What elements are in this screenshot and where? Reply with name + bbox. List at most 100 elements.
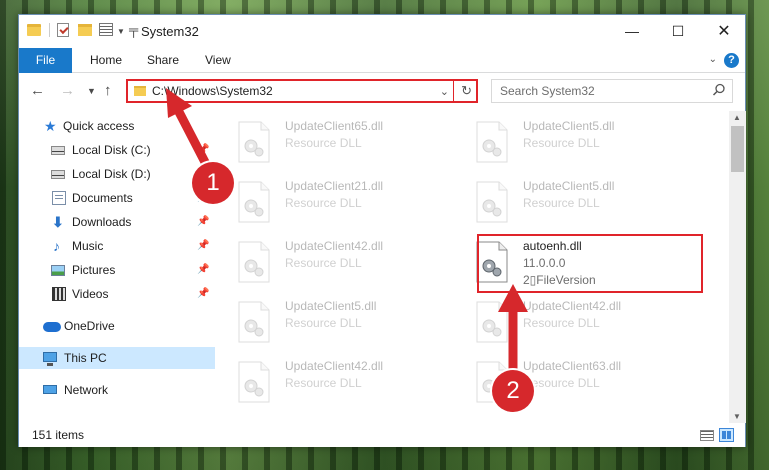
sidebar-item-downloads[interactable]: ⬇ Downloads 📌 xyxy=(19,211,215,233)
file-item[interactable]: UpdateClient5.dll Resource DLL xyxy=(453,175,673,227)
sidebar-item-label: Quick access xyxy=(63,119,135,133)
help-button[interactable]: ? xyxy=(724,53,739,68)
tab-share[interactable]: Share xyxy=(136,48,190,73)
sidebar-item-quick-access[interactable]: ★ Quick access xyxy=(19,115,215,137)
file-explorer-window: ▼ ╤ System32 — ☐ ✕ File Home Share View … xyxy=(18,14,746,447)
vertical-scrollbar[interactable]: ▲ ▼ xyxy=(729,111,746,423)
dll-file-icon xyxy=(238,121,270,163)
file-item[interactable]: UpdateClient63.dll Resource DLL xyxy=(453,355,673,407)
up-arrow-icon[interactable]: ↑ xyxy=(104,82,112,99)
forward-arrow-icon[interactable]: → xyxy=(60,82,75,99)
file-description: Resource DLL xyxy=(285,316,362,330)
scrollbar-thumb[interactable] xyxy=(731,126,744,172)
new-folder-icon[interactable] xyxy=(78,24,92,36)
large-icons-view-icon[interactable] xyxy=(719,428,734,442)
recent-locations-icon[interactable]: ▼ xyxy=(87,86,96,96)
file-name: UpdateClient21.dll xyxy=(285,179,384,193)
file-description: Resource DLL xyxy=(285,196,362,210)
pin-icon[interactable]: 📌 xyxy=(197,235,209,257)
maximize-button[interactable]: ☐ xyxy=(655,15,701,48)
sidebar-item-label: Pictures xyxy=(72,263,116,277)
customize-toolbar-icon[interactable]: ╤ xyxy=(129,23,138,36)
this-pc-icon xyxy=(43,352,57,366)
pin-icon[interactable]: 📌 xyxy=(197,139,209,161)
details-view-icon[interactable] xyxy=(700,430,714,441)
step-1-callout: 1 xyxy=(192,162,234,204)
search-icon[interactable] xyxy=(712,83,726,97)
dll-file-icon xyxy=(238,301,270,343)
minimize-button[interactable]: — xyxy=(609,15,655,48)
address-bar[interactable]: C:\Windows\System32 ⌄ ↻ xyxy=(126,79,478,103)
chevron-down-icon[interactable]: ▼ xyxy=(117,27,125,36)
sidebar-item-documents[interactable]: Documents 📌 xyxy=(19,187,215,209)
sidebar-item-network[interactable]: Network xyxy=(19,379,215,401)
sidebar-item-label: Local Disk (D:) xyxy=(72,167,151,181)
disk-icon xyxy=(51,146,65,155)
file-item[interactable]: UpdateClient42.dll Resource DLL xyxy=(453,295,673,347)
dll-file-icon xyxy=(238,241,270,283)
sidebar-item-label: Videos xyxy=(72,287,109,301)
address-path[interactable]: C:\Windows\System32 xyxy=(152,84,273,98)
music-icon: ♪ xyxy=(53,238,60,254)
file-description: Resource DLL xyxy=(285,136,362,150)
file-item[interactable]: UpdateClient42.dll Resource DLL xyxy=(215,235,435,287)
download-icon: ⬇ xyxy=(52,214,64,230)
search-input[interactable] xyxy=(492,80,702,102)
pictures-icon xyxy=(51,265,65,276)
divider xyxy=(453,81,454,101)
dll-file-icon xyxy=(238,181,270,223)
properties-icon[interactable] xyxy=(57,23,69,37)
search-box[interactable] xyxy=(491,79,733,103)
file-item[interactable]: UpdateClient5.dll Resource DLL xyxy=(453,115,673,167)
window-title: System32 xyxy=(141,24,199,39)
sidebar-item-label: Downloads xyxy=(72,215,132,229)
tab-view[interactable]: View xyxy=(194,48,242,73)
status-bar: 151 items xyxy=(19,424,745,447)
disk-icon xyxy=(51,170,65,179)
dll-file-icon xyxy=(476,301,508,343)
folder-icon xyxy=(27,24,41,36)
sidebar-item-local-disk-c[interactable]: Local Disk (C:) 📌 xyxy=(19,139,215,161)
divider xyxy=(49,23,50,37)
file-item[interactable]: UpdateClient42.dll Resource DLL xyxy=(215,355,435,407)
list-view-icon[interactable] xyxy=(99,23,113,36)
sidebar-item-label: Music xyxy=(72,239,104,253)
onedrive-icon xyxy=(43,322,61,332)
pin-icon[interactable]: 📌 xyxy=(197,283,209,305)
back-arrow-icon[interactable]: ← xyxy=(30,82,45,99)
scroll-down-icon[interactable]: ▼ xyxy=(733,412,741,421)
refresh-icon[interactable]: ↻ xyxy=(461,83,472,99)
sidebar-item-this-pc[interactable]: This PC xyxy=(19,347,215,369)
file-name: UpdateClient65.dll xyxy=(285,119,384,133)
sidebar-item-label: Local Disk (C:) xyxy=(72,143,151,157)
close-button[interactable]: ✕ xyxy=(701,15,747,48)
file-name: UpdateClient63.dll xyxy=(523,359,622,373)
chevron-down-icon[interactable]: ⌄ xyxy=(440,85,449,98)
file-item[interactable]: UpdateClient65.dll Resource DLL xyxy=(215,115,435,167)
scroll-up-icon[interactable]: ▲ xyxy=(733,113,741,122)
documents-icon xyxy=(52,191,66,205)
file-name: UpdateClient5.dll xyxy=(523,119,615,133)
title-bar: ▼ ╤ System32 — ☐ ✕ xyxy=(19,15,745,48)
file-item[interactable]: UpdateClient21.dll Resource DLL xyxy=(215,175,435,227)
dll-file-icon xyxy=(238,361,270,403)
sidebar-item-pictures[interactable]: Pictures 📌 xyxy=(19,259,215,281)
sidebar-item-music[interactable]: ♪ Music 📌 xyxy=(19,235,215,257)
sidebar-item-local-disk-d[interactable]: Local Disk (D:) 📌 xyxy=(19,163,215,185)
network-icon xyxy=(43,385,57,394)
tab-file[interactable]: File xyxy=(19,48,72,73)
sidebar-item-onedrive[interactable]: OneDrive xyxy=(19,315,215,337)
videos-icon xyxy=(52,287,66,301)
expand-ribbon-icon[interactable]: ⌄ xyxy=(709,54,717,65)
navigation-bar: ← → ▼ ↑ C:\Windows\System32 ⌄ ↻ xyxy=(19,74,745,108)
pin-icon[interactable]: 📌 xyxy=(197,259,209,281)
navigation-pane: ★ Quick access Local Disk (C:) 📌 Local D… xyxy=(19,111,215,423)
tab-home[interactable]: Home xyxy=(79,48,133,73)
file-item[interactable]: UpdateClient5.dll Resource DLL xyxy=(215,295,435,347)
sidebar-item-label: Network xyxy=(64,383,109,397)
file-highlight-box xyxy=(477,234,703,293)
folder-icon xyxy=(134,86,146,96)
pin-icon[interactable]: 📌 xyxy=(197,211,209,233)
sidebar-item-videos[interactable]: Videos 📌 xyxy=(19,283,215,305)
sidebar-item-label: OneDrive xyxy=(64,319,115,333)
